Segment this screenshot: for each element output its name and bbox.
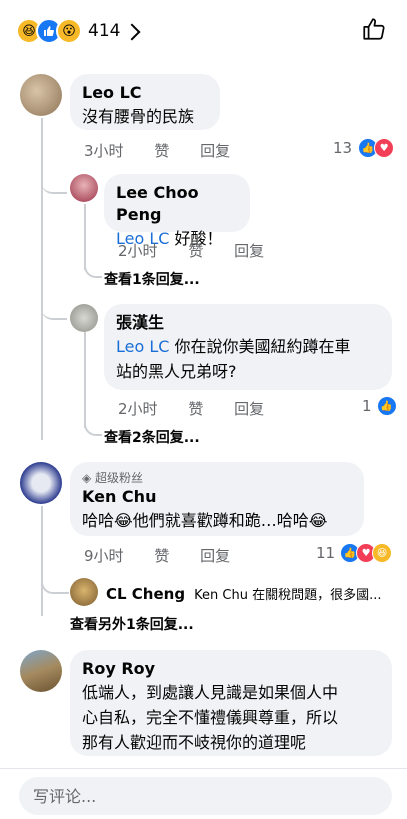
reaction-count: 11 xyxy=(316,544,336,562)
like-button[interactable]: 赞 xyxy=(154,142,169,160)
reaction-count: 13 xyxy=(333,139,353,157)
thread-line xyxy=(84,332,86,428)
reply-button[interactable]: 回复 xyxy=(200,547,230,565)
top-fan-badge: 超级粉丝 xyxy=(95,471,144,485)
reply-connector xyxy=(41,306,67,320)
laugh-icon: 😆 xyxy=(372,543,393,563)
view-replies-link[interactable]: 查看2条回复... xyxy=(104,427,200,447)
like-icon: 👍 xyxy=(376,396,397,416)
avatar[interactable] xyxy=(70,174,98,202)
comment-actions: 9小时 赞 回复 xyxy=(84,545,256,566)
reaction-count: 1 xyxy=(362,397,372,415)
thread-line xyxy=(41,118,43,440)
view-replies-link[interactable]: 查看1条回复... xyxy=(104,269,200,289)
comment-actions: 3小时 赞 回复 xyxy=(84,140,256,161)
comment-text: 哈哈😂他們就喜歡蹲和跪…哈哈😂 xyxy=(82,511,328,530)
diamond-icon: ◈ xyxy=(82,471,96,485)
comment-text: 沒有腰骨的民族 xyxy=(82,107,195,126)
like-button[interactable]: 赞 xyxy=(154,547,169,565)
reply-connector xyxy=(41,180,67,194)
like-button[interactable]: 赞 xyxy=(188,400,203,418)
reply-button[interactable]: 回复 xyxy=(234,242,264,260)
comment-text-line: 那有人歡迎而不岐視你的道理呢 xyxy=(82,733,307,752)
comment-bubble: Lee Choo Peng Leo LC 好酸！ xyxy=(104,174,250,248)
reply-connector xyxy=(41,580,69,594)
comment-time: 2小时 xyxy=(118,400,158,418)
commenter-name[interactable]: Roy Roy xyxy=(82,658,380,680)
reaction-summary[interactable]: 😆 😮 414 xyxy=(16,18,141,44)
reply-preview-text: Ken Chu 在關稅問題，很多國... xyxy=(194,588,382,603)
comment-bubble: ◈ 超级粉丝 Ken Chu 哈哈😂他們就喜歡蹲和跪…哈哈😂 xyxy=(70,462,364,536)
commenter-name[interactable]: CL Cheng xyxy=(106,585,185,603)
love-icon: ♥ xyxy=(374,138,395,158)
comment-text-line: 心自私，完全不懂禮儀興尊重，所以 xyxy=(82,708,339,727)
thread-line xyxy=(84,204,86,270)
mention-link[interactable]: Leo LC xyxy=(116,337,169,356)
commenter-name[interactable]: Lee Choo Peng xyxy=(116,182,238,226)
comment-time: 3小时 xyxy=(84,142,124,160)
comment-reactions[interactable]: 13 👍 ♥ xyxy=(333,138,395,158)
like-button[interactable]: 赞 xyxy=(188,242,203,260)
commenter-name[interactable]: 張漢生 xyxy=(116,312,380,334)
comments-header: 😆 😮 414 xyxy=(0,0,407,62)
thumbs-up-outline-icon[interactable] xyxy=(361,16,387,42)
comment-time: 9小时 xyxy=(84,547,124,565)
comment-input[interactable] xyxy=(19,777,392,815)
comment-text: 站的黑人兄弟呀? xyxy=(116,362,237,381)
reply-preview[interactable]: CL Cheng Ken Chu 在關稅問題，很多國... xyxy=(106,583,396,605)
comment-actions: 2小时 赞 回复 xyxy=(118,240,290,261)
comment-time: 2小时 xyxy=(118,242,158,260)
comment-bubble: Leo LC 沒有腰骨的民族 xyxy=(70,74,220,130)
reply-connector xyxy=(84,420,102,436)
reply-button[interactable]: 回复 xyxy=(234,400,264,418)
avatar[interactable] xyxy=(20,462,62,504)
view-more-replies-link[interactable]: 查看另外1条回复... xyxy=(70,614,194,634)
comment-text: 你在說你美國紐約蹲在車 xyxy=(169,337,351,356)
avatar[interactable] xyxy=(70,304,98,332)
commenter-name[interactable]: Leo LC xyxy=(82,82,208,104)
wow-icon: 😮 xyxy=(56,18,82,44)
comment-composer xyxy=(0,768,407,819)
reaction-count: 414 xyxy=(88,21,121,41)
thread-line xyxy=(41,506,43,616)
commenter-name[interactable]: Ken Chu xyxy=(82,486,352,508)
avatar[interactable] xyxy=(20,650,62,692)
comment-reactions[interactable]: 11 👍 ♥ 😆 xyxy=(316,543,393,563)
chevron-right-icon xyxy=(123,23,141,40)
comment-bubble: Roy Roy 低端人，到處讓人見識是如果個人中 心自私，完全不懂禮儀興尊重，所… xyxy=(70,650,392,756)
comment-text-line: 低端人，到處讓人見識是如果個人中 xyxy=(82,683,339,702)
comment-reactions[interactable]: 1 👍 xyxy=(362,396,397,416)
comment-actions: 2小时 赞 回复 xyxy=(118,398,290,419)
avatar[interactable] xyxy=(20,74,62,116)
reply-connector xyxy=(84,262,102,278)
comment-bubble: 張漢生 Leo LC 你在說你美國紐約蹲在車 站的黑人兄弟呀? xyxy=(104,304,392,390)
avatar[interactable] xyxy=(70,578,98,606)
reply-button[interactable]: 回复 xyxy=(200,142,230,160)
